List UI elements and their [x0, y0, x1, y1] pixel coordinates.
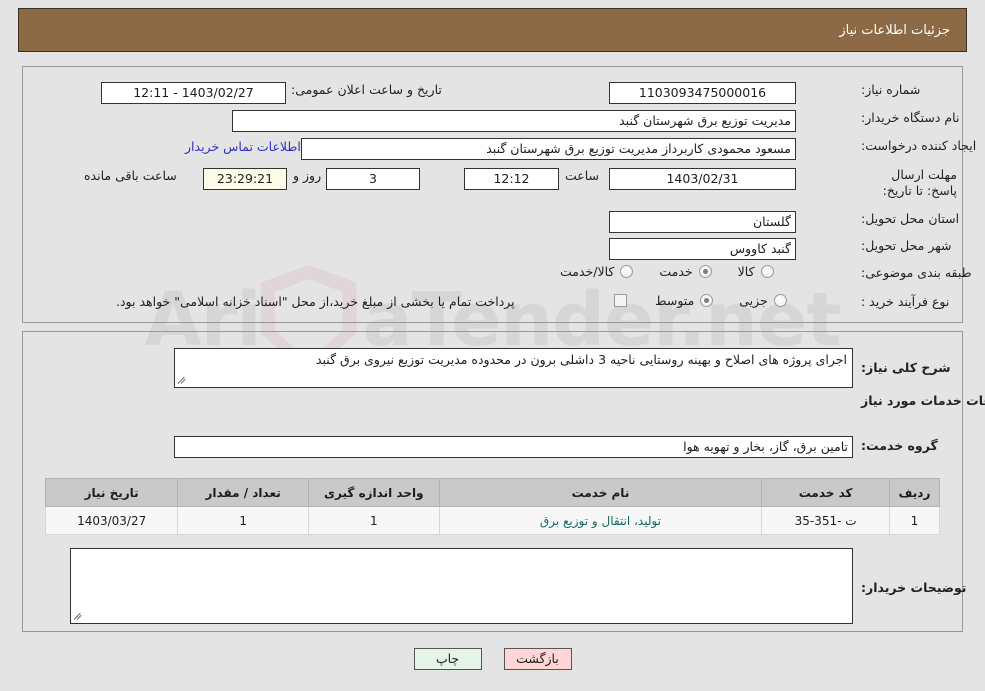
process-option-motavaset-label: متوسط	[655, 293, 695, 308]
radio-kala-khedmat[interactable]	[620, 265, 634, 278]
process-option-motavaset[interactable]: متوسط	[655, 293, 714, 308]
creator-value: مسعود محمودی کاربرداز مدیریت توزیع برق ش…	[301, 138, 796, 160]
col-service-name: نام خدمت	[438, 478, 763, 507]
deadline-date-value: 1403/02/31	[609, 168, 796, 190]
col-quantity: تعداد / مقدار	[177, 478, 309, 507]
table-row: 1 ت -351-35 تولید، انتقال و توزیع برق 1 …	[44, 506, 941, 535]
cell-service-name: تولید، انتقال و توزیع برق	[438, 506, 763, 535]
remaining-days-value: 3	[326, 168, 420, 190]
col-index: ردیف	[888, 478, 941, 507]
process-label: نوع فرآیند خرید :	[861, 294, 950, 309]
page-root: Ari aTender.net جزئیات اطلاعات نیاز شمار…	[0, 0, 985, 691]
deadline-hour-label: ساعت	[565, 168, 600, 183]
col-unit: واحد اندازه گیری	[307, 478, 440, 507]
radio-jozei[interactable]	[773, 294, 787, 307]
process-option-jozei-label: جزیی	[739, 293, 768, 308]
cell-unit: 1	[307, 506, 440, 535]
need-info-panel	[22, 66, 963, 323]
category-option-khedmat[interactable]: خدمت	[659, 264, 712, 279]
radio-motavaset[interactable]	[700, 294, 714, 307]
treasury-note: پرداخت تمام یا بخشی از مبلغ خرید،از محل …	[116, 294, 515, 309]
need-description-value: اجرای پروژه های اصلاح و بهینه روستایی نا…	[315, 352, 847, 367]
radio-khedmat[interactable]	[698, 265, 712, 278]
need-description-label: شرح کلی نیاز:	[861, 360, 951, 375]
cell-quantity: 1	[177, 506, 309, 535]
category-option-kala-khedmat-label: کالا/خدمت	[560, 264, 615, 279]
service-group-value: تامین برق، گاز، بخار و تهویه هوا	[174, 436, 853, 458]
category-label: طبقه بندی موضوعی:	[861, 265, 972, 280]
announce-datetime-label: تاریخ و ساعت اعلان عمومی:	[291, 82, 442, 97]
table-header-row: ردیف کد خدمت نام خدمت واحد اندازه گیری ت…	[44, 478, 941, 507]
province-label: استان محل تحویل:	[861, 211, 960, 226]
treasury-checkbox[interactable]	[614, 294, 627, 307]
announce-datetime-value: 1403/02/27 - 12:11	[101, 82, 286, 104]
service-group-label: گروه خدمت:	[861, 438, 938, 453]
buyer-contact-link[interactable]: اطلاعات تماس خریدار	[185, 139, 301, 154]
category-option-kala-khedmat[interactable]: کالا/خدمت	[560, 264, 634, 279]
category-option-khedmat-label: خدمت	[659, 264, 693, 279]
remaining-time-value: 23:29:21	[203, 168, 287, 190]
services-table: ردیف کد خدمت نام خدمت واحد اندازه گیری ت…	[44, 478, 941, 535]
city-value: گنبد کاووس	[609, 238, 796, 260]
resize-grip-icon-2[interactable]	[73, 610, 85, 622]
need-number-value: 1103093475000016	[609, 82, 796, 104]
buyer-notes-textarea[interactable]	[70, 548, 853, 624]
category-option-kala[interactable]: کالا	[738, 264, 774, 279]
resize-grip-icon[interactable]	[177, 374, 189, 386]
col-service-code: کد خدمت	[761, 478, 890, 507]
print-button[interactable]: چاپ	[413, 648, 482, 670]
deadline-label: مهلت ارسال پاسخ: تا تاریخ:	[882, 167, 957, 198]
deadline-hour-value: 12:12	[464, 168, 559, 190]
page-title: جزئیات اطلاعات نیاز	[839, 22, 950, 38]
process-option-jozei[interactable]: جزیی	[739, 293, 787, 308]
creator-label: ایجاد کننده درخواست:	[861, 138, 977, 153]
buyer-notes-label: توضیحات خریدار:	[861, 580, 967, 595]
cell-index: 1	[888, 506, 941, 535]
cell-service-code: ت -351-35	[761, 506, 890, 535]
page-title-bar: جزئیات اطلاعات نیاز	[18, 8, 967, 52]
back-button[interactable]: بازگشت	[503, 648, 572, 670]
need-number-label: شماره نیاز:	[861, 82, 921, 97]
col-need-date: تاریخ نیاز	[44, 478, 179, 507]
need-description-textarea[interactable]: اجرای پروژه های اصلاح و بهینه روستایی نا…	[174, 348, 853, 388]
remaining-time-suffix: ساعت باقی مانده	[84, 168, 177, 183]
buyer-org-value: مدیریت توزیع برق شهرستان گنبد	[232, 110, 796, 132]
remaining-days-suffix: روز و	[293, 168, 322, 183]
buyer-org-label: نام دستگاه خریدار:	[861, 110, 960, 125]
radio-kala[interactable]	[760, 265, 774, 278]
services-heading: اطلاعات خدمات مورد نیاز	[861, 393, 985, 408]
cell-need-date: 1403/03/27	[44, 506, 179, 535]
province-value: گلستان	[609, 211, 796, 233]
action-button-bar: بازگشت چاپ	[0, 648, 985, 670]
city-label: شهر محل تحویل:	[861, 238, 952, 253]
category-option-kala-label: کالا	[737, 264, 755, 279]
